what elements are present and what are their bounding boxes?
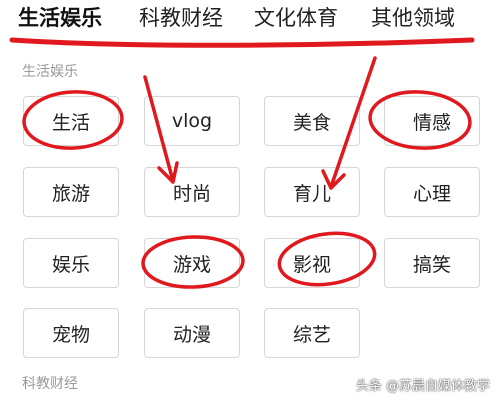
tag-cell-travel[interactable]: 旅游 bbox=[23, 167, 119, 217]
section-title: 生活娱乐 bbox=[22, 64, 78, 80]
tab-culture-sports[interactable]: 文化体育 bbox=[254, 4, 338, 32]
tab-other-fields[interactable]: 其他领域 bbox=[371, 4, 455, 32]
tag-cell-fashion[interactable]: 时尚 bbox=[144, 167, 240, 217]
tab-science-education-finance[interactable]: 科教财经 bbox=[139, 4, 223, 32]
tag-cell-pets[interactable]: 宠物 bbox=[23, 308, 119, 358]
tag-cell-parenting[interactable]: 育儿 bbox=[264, 167, 360, 217]
tag-cell-entertainment[interactable]: 娱乐 bbox=[23, 238, 119, 288]
tag-cell-games[interactable]: 游戏 bbox=[144, 238, 240, 288]
tag-cell-vlog[interactable]: vlog bbox=[144, 96, 240, 146]
tag-cell-comedy[interactable]: 搞笑 bbox=[384, 238, 480, 288]
tag-cell-emotion[interactable]: 情感 bbox=[384, 96, 480, 146]
tag-cell-food[interactable]: 美食 bbox=[264, 96, 360, 146]
category-tab-bar: 生活娱乐 科教财经 文化体育 其他领域 bbox=[0, 0, 500, 40]
category-picker-screen: 生活娱乐 科教财经 文化体育 其他领域 生活娱乐 生活 vlog 美食 情感 旅… bbox=[0, 0, 500, 400]
tag-cell-film-tv[interactable]: 影视 bbox=[264, 238, 360, 288]
tab-life-entertainment[interactable]: 生活娱乐 bbox=[18, 4, 102, 32]
tag-cell-life[interactable]: 生活 bbox=[23, 96, 119, 146]
tag-cell-animation[interactable]: 动漫 bbox=[144, 308, 240, 358]
watermark-text: 头条 @苏晨自媒体教学 bbox=[355, 379, 490, 394]
tab-underline-annotation bbox=[9, 37, 475, 48]
watermark: 头条 @苏晨自媒体教学 bbox=[356, 378, 490, 396]
section-title: 科教财经 bbox=[22, 376, 78, 392]
tag-cell-variety-show[interactable]: 综艺 bbox=[264, 308, 360, 358]
tag-cell-psychology[interactable]: 心理 bbox=[384, 167, 480, 217]
